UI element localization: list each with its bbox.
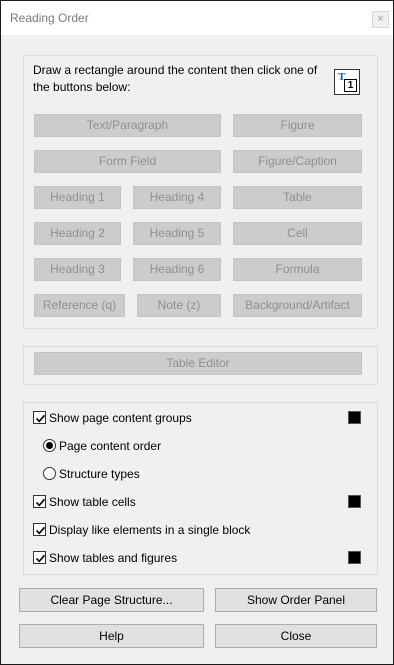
structure-types-radio[interactable]: Structure types (43, 466, 323, 482)
note-button[interactable]: Note (z) (137, 294, 221, 317)
heading-6-button[interactable]: Heading 6 (133, 258, 221, 281)
checkbox-box[interactable] (33, 495, 46, 508)
display-like-elements-checkbox[interactable]: Display like elements in a single block (33, 522, 363, 538)
checkbox-box[interactable] (33, 551, 46, 564)
tables-figures-color-swatch[interactable] (348, 551, 361, 564)
show-tables-figures-checkbox[interactable]: Show tables and figures (33, 550, 333, 566)
form-field-button[interactable]: Form Field (34, 150, 221, 173)
text-paragraph-button[interactable]: Text/Paragraph (34, 114, 221, 137)
show-order-panel-button[interactable]: Show Order Panel (215, 588, 377, 612)
heading-2-button[interactable]: Heading 2 (34, 222, 121, 245)
page-content-order-radio[interactable]: Page content order (43, 438, 323, 454)
heading-3-button[interactable]: Heading 3 (34, 258, 121, 281)
checkbox-box[interactable] (33, 523, 46, 536)
close-icon: × (377, 13, 384, 25)
close-window-button[interactable]: × (372, 11, 389, 28)
page-content-order-label: Page content order (59, 439, 162, 453)
table-button[interactable]: Table (233, 186, 362, 209)
close-button[interactable]: Close (215, 624, 377, 648)
reading-order-dialog: Reading Order × Draw a rectangle around … (0, 0, 394, 665)
figure-button[interactable]: Figure (233, 114, 362, 137)
heading-4-button[interactable]: Heading 4 (133, 186, 221, 209)
figure-caption-button[interactable]: Figure/Caption (233, 150, 362, 173)
display-like-elements-label: Display like elements in a single block (49, 523, 251, 537)
formula-button[interactable]: Formula (233, 258, 362, 281)
help-button[interactable]: Help (19, 624, 204, 648)
show-table-cells-label: Show table cells (49, 495, 136, 509)
cell-button[interactable]: Cell (233, 222, 362, 245)
tag-order-icon[interactable]: T 1 (334, 69, 360, 95)
title-bar: Reading Order × (1, 1, 393, 35)
show-table-cells-checkbox[interactable]: Show table cells (33, 494, 333, 510)
show-groups-label: Show page content groups (49, 411, 192, 425)
show-tables-figures-label: Show tables and figures (49, 551, 178, 565)
reference-button[interactable]: Reference (q) (34, 294, 125, 317)
groups-color-swatch[interactable] (348, 411, 361, 424)
radio-button[interactable] (43, 439, 56, 452)
heading-1-button[interactable]: Heading 1 (34, 186, 121, 209)
structure-types-label: Structure types (59, 467, 140, 481)
checkbox-box[interactable] (33, 411, 46, 424)
radio-button[interactable] (43, 467, 56, 480)
instruction-text: Draw a rectangle around the content then… (33, 63, 318, 94)
table-editor-button[interactable]: Table Editor (34, 352, 362, 375)
show-groups-checkbox[interactable]: Show page content groups (33, 410, 333, 426)
heading-5-button[interactable]: Heading 5 (133, 222, 221, 245)
background-artifact-button[interactable]: Background/Artifact (233, 294, 362, 317)
clear-page-structure-button[interactable]: Clear Page Structure... (19, 588, 204, 612)
window-title: Reading Order (10, 11, 89, 25)
table-cells-color-swatch[interactable] (348, 495, 361, 508)
